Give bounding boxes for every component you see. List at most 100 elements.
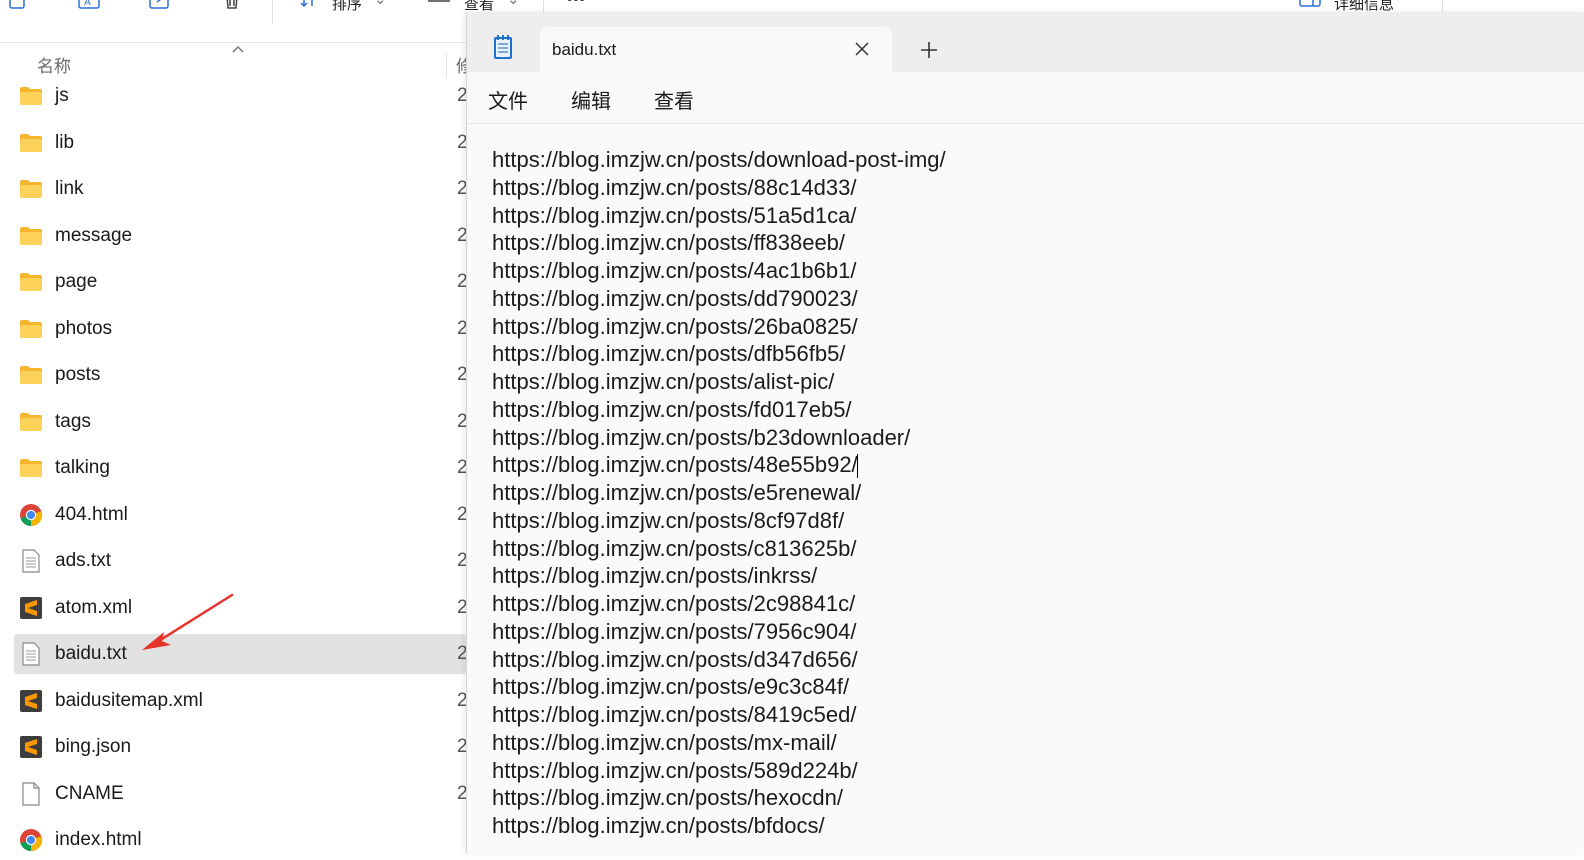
file-row[interactable]: js 2 xyxy=(14,76,468,116)
file-name: link xyxy=(55,178,84,199)
text-line: https://blog.imzjw.cn/posts/bfdocs/ xyxy=(492,812,946,840)
file-row[interactable]: link 2 xyxy=(14,169,468,209)
text-line: https://blog.imzjw.cn/posts/88c14d33/ xyxy=(492,174,946,202)
text-line: https://blog.imzjw.cn/posts/dfb56fb5/ xyxy=(492,340,946,368)
text-line: https://blog.imzjw.cn/posts/mx-mail/ xyxy=(492,729,946,757)
text-line-content: https://blog.imzjw.cn/posts/7956c904/ xyxy=(492,618,857,644)
folder-icon xyxy=(19,131,43,155)
folder-icon xyxy=(19,363,43,387)
menu-edit[interactable]: 编辑 xyxy=(571,85,611,114)
file-row[interactable]: message 2 xyxy=(14,216,468,256)
annotation-arrow-icon xyxy=(142,593,234,650)
tab-baidu-txt[interactable]: baidu.txt xyxy=(540,27,892,73)
folder-icon xyxy=(19,177,43,201)
text-line-content: https://blog.imzjw.cn/posts/8419c5ed/ xyxy=(492,702,857,727)
text-line-content: https://blog.imzjw.cn/posts/hexocdn/ xyxy=(492,785,843,811)
text-line: https://blog.imzjw.cn/posts/51a5d1ca/ xyxy=(492,202,946,230)
file-name: atom.xml xyxy=(55,596,133,618)
notepad-tab-bar: baidu.txt xyxy=(467,12,1584,73)
text-line-content: https://blog.imzjw.cn/posts/c813625b/ xyxy=(492,535,857,561)
file-name: 404.html xyxy=(55,503,128,525)
file-name: talking xyxy=(55,457,110,478)
text-line-content: https://blog.imzjw.cn/posts/8cf97d8f/ xyxy=(492,507,845,533)
text-line-content: https://blog.imzjw.cn/posts/589d224b/ xyxy=(492,757,858,783)
text-line: https://blog.imzjw.cn/posts/b23downloade… xyxy=(492,424,946,452)
text-line: https://blog.imzjw.cn/posts/e5renewal/ xyxy=(492,479,946,507)
close-icon[interactable] xyxy=(853,40,871,58)
file-row[interactable]: lib 2 xyxy=(14,123,468,163)
column-header-name[interactable]: 名称 xyxy=(37,52,71,77)
rename-icon[interactable]: A xyxy=(78,0,100,12)
menu-view[interactable]: 查看 xyxy=(654,85,694,114)
new-tab-plus-icon[interactable] xyxy=(919,40,939,60)
notepad-menu-bar: 文件 编辑 查看 xyxy=(467,73,1584,124)
text-line: https://blog.imzjw.cn/posts/ff838eeb/ xyxy=(492,229,946,257)
text-line-content: https://blog.imzjw.cn/posts/e9c3c84f/ xyxy=(492,674,850,700)
text-line-content: https://blog.imzjw.cn/posts/4ac1b6b1/ xyxy=(492,258,857,283)
text-line-content: https://blog.imzjw.cn/posts/26ba0825/ xyxy=(492,313,858,339)
text-file-icon xyxy=(19,549,43,573)
file-name: ads.txt xyxy=(55,550,111,571)
file-row[interactable]: atom.xml 2 xyxy=(14,588,468,628)
text-line: https://blog.imzjw.cn/posts/7956c904/ xyxy=(492,618,946,646)
text-line-content: https://blog.imzjw.cn/posts/dd790023/ xyxy=(492,285,858,311)
details-pane-icon[interactable] xyxy=(1299,0,1321,12)
folder-icon xyxy=(19,456,43,480)
text-line-content: https://blog.imzjw.cn/posts/2c98841c/ xyxy=(492,591,856,616)
file-row[interactable]: posts 2 xyxy=(14,355,468,395)
sublime-text-icon xyxy=(19,689,43,713)
sort-icon[interactable] xyxy=(300,0,320,12)
text-editor-area[interactable]: https://blog.imzjw.cn/posts/download-pos… xyxy=(467,124,1584,853)
text-line: https://blog.imzjw.cn/posts/4ac1b6b1/ xyxy=(492,257,946,285)
file-row[interactable]: baidusitemap.xml 2 xyxy=(14,681,468,721)
text-line: https://blog.imzjw.cn/posts/download-pos… xyxy=(492,146,946,174)
file-row[interactable]: tags 2 xyxy=(14,402,468,442)
text-line-content: https://blog.imzjw.cn/posts/alist-pic/ xyxy=(492,369,835,394)
folder-icon xyxy=(19,317,43,341)
file-row[interactable]: CNAME 2 xyxy=(14,774,468,814)
file-name: js xyxy=(55,85,69,106)
file-name: posts xyxy=(55,364,101,385)
text-line: https://blog.imzjw.cn/posts/hexocdn/ xyxy=(492,784,946,812)
file-row[interactable]: 404.html 2 xyxy=(14,495,468,535)
text-line-content: https://blog.imzjw.cn/posts/download-pos… xyxy=(492,147,946,172)
chevron-down-icon[interactable]: ⌄ xyxy=(507,0,520,8)
copy-icon[interactable] xyxy=(8,0,28,12)
view-icon[interactable] xyxy=(428,0,450,12)
notepad-window: baidu.txt 文件 编辑 查看 https://blog.imzjw.cn… xyxy=(466,12,1584,853)
file-name: lib xyxy=(55,131,75,153)
text-line: https://blog.imzjw.cn/posts/8419c5ed/ xyxy=(492,701,946,729)
folder-icon xyxy=(19,270,43,294)
text-line: https://blog.imzjw.cn/posts/48e55b92/ xyxy=(492,451,946,479)
delete-icon[interactable] xyxy=(222,0,242,12)
text-line-content: https://blog.imzjw.cn/posts/inkrss/ xyxy=(492,563,818,589)
chevron-down-icon[interactable]: ⌄ xyxy=(374,0,387,8)
file-name: message xyxy=(55,224,133,246)
text-line: https://blog.imzjw.cn/posts/e9c3c84f/ xyxy=(492,673,946,701)
more-options-button[interactable]: ••• xyxy=(567,0,586,8)
text-caret xyxy=(856,454,859,479)
file-name: CNAME xyxy=(55,782,124,804)
file-name: baidu.txt xyxy=(55,643,127,664)
sort-button[interactable]: 排序 xyxy=(332,0,362,14)
share-icon[interactable] xyxy=(149,0,169,12)
menu-file[interactable]: 文件 xyxy=(488,85,528,114)
svg-text:A: A xyxy=(84,0,91,8)
text-line-content: https://blog.imzjw.cn/posts/51a5d1ca/ xyxy=(492,202,857,228)
column-divider[interactable] xyxy=(446,52,447,78)
sort-ascending-icon xyxy=(231,41,245,59)
folder-icon xyxy=(19,224,43,248)
file-name: tags xyxy=(55,410,91,432)
file-row[interactable]: page 2 xyxy=(14,262,468,302)
file-row[interactable]: ads.txt 2 xyxy=(14,541,468,581)
text-line-content: https://blog.imzjw.cn/posts/88c14d33/ xyxy=(492,174,857,200)
text-line-content: https://blog.imzjw.cn/posts/d347d656/ xyxy=(492,646,858,672)
sublime-text-icon xyxy=(19,596,43,620)
tab-title: baidu.txt xyxy=(552,40,617,59)
file-row[interactable]: index.html xyxy=(14,820,466,860)
file-row[interactable]: photos 2 xyxy=(14,309,468,349)
file-row[interactable]: bing.json 2 xyxy=(14,727,468,767)
file-row[interactable]: baidu.txt 2 xyxy=(14,634,468,674)
file-name: page xyxy=(55,271,98,292)
file-row[interactable]: talking 2 xyxy=(14,448,468,488)
